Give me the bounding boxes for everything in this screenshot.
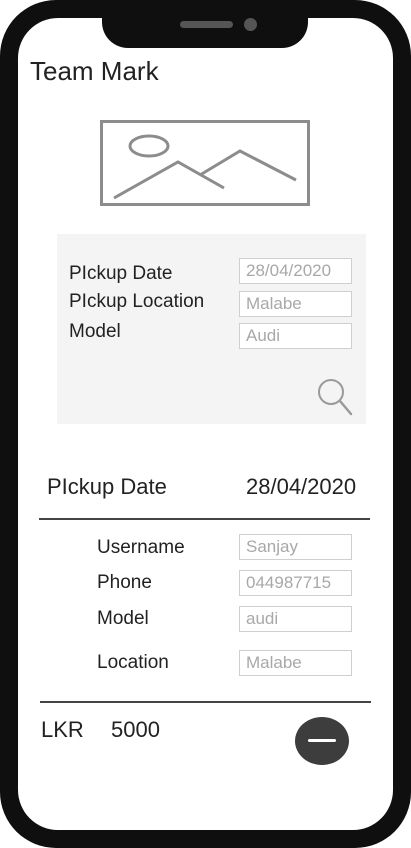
search-icon[interactable] <box>316 377 354 417</box>
model-input[interactable]: audi <box>239 606 352 632</box>
pickup-date-label: PIckup Date <box>47 474 167 499</box>
front-camera <box>244 18 257 31</box>
divider-bottom <box>40 701 371 703</box>
location-label: Location <box>97 652 169 673</box>
remove-button[interactable] <box>295 717 349 765</box>
phone-input[interactable]: 044987715 <box>239 570 352 596</box>
page-title: Team Mark <box>30 56 159 86</box>
pickup-date-value: 28/04/2020 <box>246 474 357 499</box>
divider-top <box>39 518 370 520</box>
username-label: Username <box>97 537 185 558</box>
search-label-pickup-location: PIckup Location <box>69 291 205 312</box>
minus-icon <box>308 739 336 742</box>
search-label-pickup-date: PIckup Date <box>69 263 173 284</box>
search-model-input[interactable]: Audi <box>239 323 352 349</box>
price-currency: LKR <box>41 717 84 742</box>
phone-label: Phone <box>97 572 152 593</box>
search-pickup-location-input[interactable]: Malabe <box>239 291 352 317</box>
search-pickup-date-input[interactable]: 28/04/2020 <box>239 258 352 284</box>
username-input[interactable]: Sanjay <box>239 534 352 560</box>
price-amount: 5000 <box>111 717 160 742</box>
location-input[interactable]: Malabe <box>239 650 352 676</box>
speaker-grille <box>180 21 233 28</box>
model-label: Model <box>97 608 149 629</box>
search-label-model: Model <box>69 321 121 342</box>
phone-frame: Team Mark PIckup Date 28/04/2020 PIckup … <box>0 0 411 848</box>
image-placeholder-icon <box>100 120 310 206</box>
